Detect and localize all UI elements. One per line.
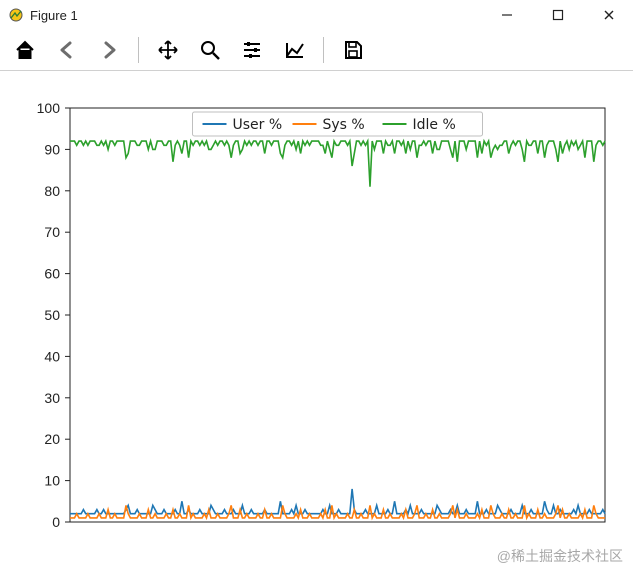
line-chart: 0 10 20 30 40 50 60 70 80 90 100 User % Sys % Idle % (0, 72, 633, 574)
pan-button[interactable] (149, 31, 187, 69)
window-minimize-button[interactable] (484, 1, 529, 29)
svg-text:60: 60 (44, 266, 60, 282)
arrow-left-icon (56, 39, 78, 61)
svg-text:100: 100 (37, 100, 61, 116)
toolbar-separator (323, 37, 324, 63)
svg-text:90: 90 (44, 141, 60, 157)
window-maximize-button[interactable] (535, 1, 580, 29)
title-bar: Figure 1 (0, 0, 633, 30)
svg-text:50: 50 (44, 307, 60, 323)
arrow-right-icon (98, 39, 120, 61)
svg-text:Sys %: Sys % (323, 117, 365, 133)
window-close-button[interactable] (586, 1, 631, 29)
save-icon (342, 39, 364, 61)
svg-text:0: 0 (52, 514, 60, 530)
save-button[interactable] (334, 31, 372, 69)
zoom-button[interactable] (191, 31, 229, 69)
sliders-icon (241, 39, 263, 61)
home-icon (14, 39, 36, 61)
svg-text:30: 30 (44, 390, 60, 406)
chart-area: 0 10 20 30 40 50 60 70 80 90 100 User % Sys % Idle % (0, 72, 633, 574)
svg-text:Idle %: Idle % (413, 117, 456, 133)
forward-button[interactable] (90, 31, 128, 69)
svg-text:70: 70 (44, 224, 60, 240)
configure-subplots-button[interactable] (233, 31, 271, 69)
figure-window: Figure 1 0 10 20 30 40 50 60 70 80 90 100 User % Sys… (0, 0, 633, 574)
app-icon (8, 7, 24, 23)
back-button[interactable] (48, 31, 86, 69)
move-icon (157, 39, 179, 61)
home-button[interactable] (6, 31, 44, 69)
figure-toolbar (0, 30, 633, 71)
svg-text:10: 10 (44, 473, 60, 489)
window-title: Figure 1 (30, 8, 78, 23)
axis-icon (283, 39, 305, 61)
svg-text:40: 40 (44, 348, 60, 364)
toolbar-separator (138, 37, 139, 63)
svg-text:20: 20 (44, 431, 60, 447)
edit-axis-button[interactable] (275, 31, 313, 69)
magnifier-icon (199, 39, 221, 61)
svg-text:User %: User % (233, 117, 283, 133)
svg-text:80: 80 (44, 183, 60, 199)
